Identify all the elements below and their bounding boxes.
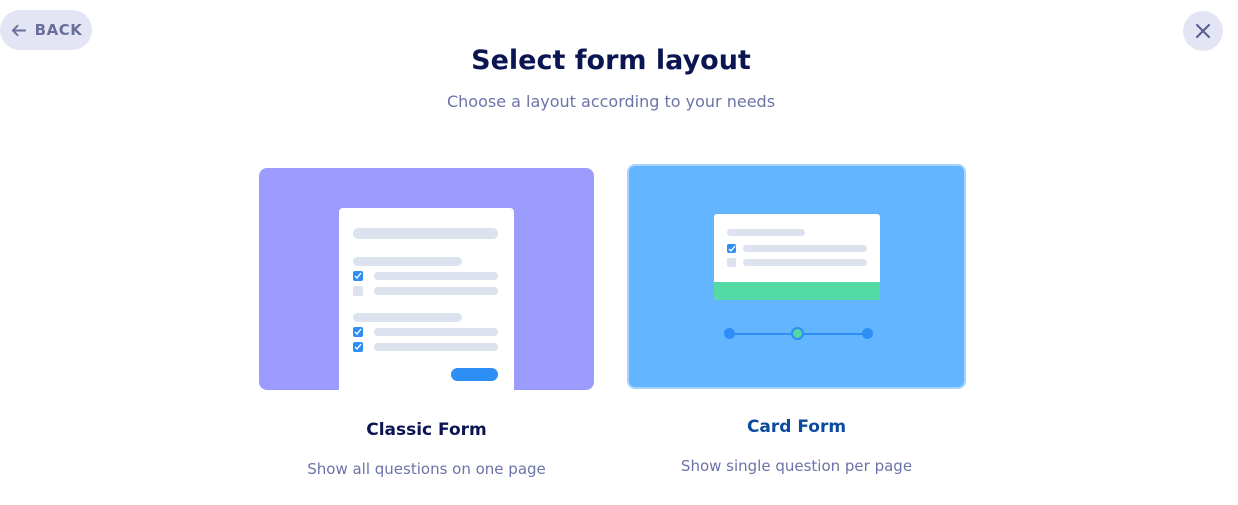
question-card-illustration [714, 214, 880, 300]
checkbox-empty-icon [727, 258, 736, 267]
form-page-illustration [339, 208, 514, 390]
progress-dot [862, 328, 873, 339]
classic-form-label: Classic Form [366, 420, 487, 440]
card-form-description: Show single question per page [680, 457, 913, 475]
card-form-option[interactable]: Card Form Show single question per page [627, 164, 966, 475]
progress-dot [724, 328, 735, 339]
page-subtitle: Choose a layout according to your needs [446, 92, 776, 111]
checkbox-checked-icon [353, 327, 363, 337]
close-icon [1195, 23, 1211, 39]
classic-form-description: Show all questions on one page [307, 460, 546, 478]
back-label: BACK [34, 21, 83, 39]
card-form-label: Card Form [746, 417, 847, 437]
arrow-left-icon [11, 24, 26, 36]
submit-button-illustration [451, 368, 498, 381]
checkbox-checked-icon [353, 342, 363, 352]
page-title: Select form layout [471, 45, 751, 76]
classic-form-thumbnail [259, 168, 594, 390]
classic-form-option[interactable]: Classic Form Show all questions on one p… [259, 168, 594, 478]
checkbox-checked-icon [353, 271, 363, 281]
checkbox-checked-icon [727, 244, 736, 253]
progress-dot-current [791, 327, 804, 340]
checkbox-empty-icon [353, 286, 363, 296]
card-form-thumbnail [627, 164, 966, 389]
back-button[interactable]: BACK [0, 10, 92, 50]
